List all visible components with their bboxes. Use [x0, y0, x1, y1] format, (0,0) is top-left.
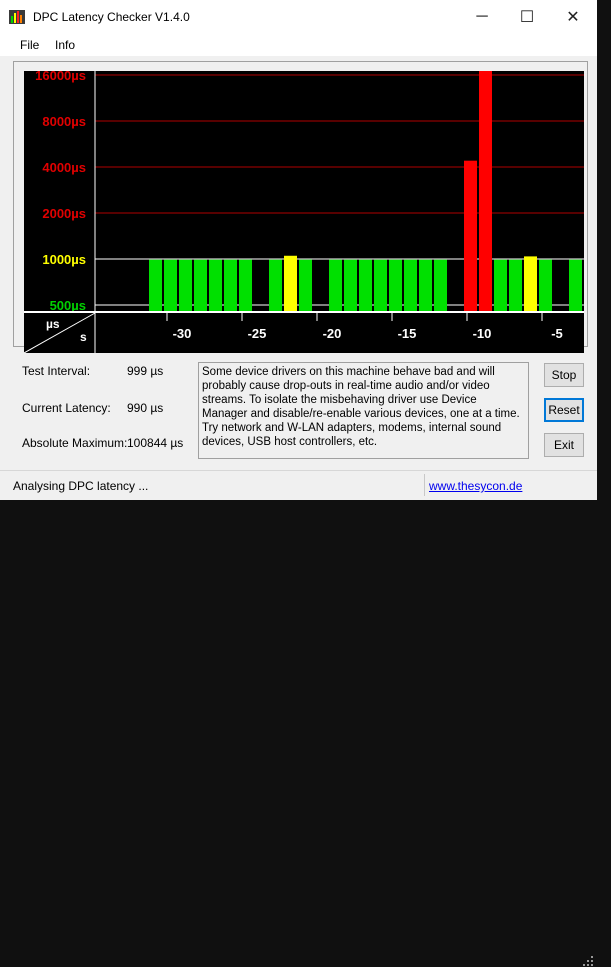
x-tick-label: -15 — [398, 326, 417, 341]
latency-bar — [509, 259, 522, 311]
latency-bar — [179, 259, 192, 311]
absolute-max-label: Absolute Maximum: — [22, 436, 128, 450]
test-interval-label: Test Interval: — [22, 364, 91, 378]
maximize-icon: ☐ — [519, 9, 535, 26]
latency-bar — [479, 71, 492, 311]
menu-bar: File Info — [0, 34, 597, 56]
exit-button[interactable]: Exit — [544, 433, 584, 457]
latency-bar — [149, 259, 162, 311]
status-separator — [424, 474, 425, 496]
latency-bar — [194, 259, 207, 311]
y-axis-label: 2000µs — [42, 206, 86, 221]
test-interval-value: 999 µs — [127, 364, 164, 378]
x-tick-label: -10 — [473, 326, 492, 341]
current-latency-label: Current Latency: — [22, 401, 111, 415]
window-title: DPC Latency Checker V1.4.0 — [33, 10, 190, 24]
app-window: DPC Latency Checker V1.4.0 ─ ☐ ✕ File In… — [0, 0, 597, 966]
title-bar[interactable]: DPC Latency Checker V1.4.0 ─ ☐ ✕ — [0, 0, 597, 34]
latency-chart: 16000µs 8000µs 4000µs 2000µs 1000µs 500µs µs s -… — [24, 71, 584, 353]
close-icon: ✕ — [566, 9, 580, 26]
x-tick-label: -5 — [551, 326, 563, 341]
latency-bar — [239, 259, 252, 311]
y-unit-label: µs — [46, 317, 60, 331]
latency-bar — [404, 259, 417, 311]
status-text: Analysing DPC latency ... — [13, 479, 149, 493]
latency-bar — [299, 259, 312, 311]
latency-bar — [284, 255, 297, 311]
latency-bar — [524, 256, 537, 311]
latency-bar — [374, 259, 387, 311]
latency-bar — [569, 259, 582, 311]
menu-info[interactable]: Info — [55, 38, 75, 52]
reset-button[interactable]: Reset — [544, 398, 584, 422]
stop-button[interactable]: Stop — [544, 363, 584, 387]
latency-bar — [539, 259, 552, 311]
x-tick-label: -20 — [323, 326, 342, 341]
latency-bar — [224, 259, 237, 311]
minimize-icon: ─ — [476, 8, 488, 25]
y-axis-label: 1000µs — [42, 252, 86, 267]
y-axis-label: 4000µs — [42, 160, 86, 175]
latency-bar — [389, 259, 402, 311]
current-latency-value: 990 µs — [127, 401, 164, 415]
y-axis-label: 16000µs — [35, 71, 86, 83]
latency-bar — [419, 259, 432, 311]
latency-bar — [269, 259, 282, 311]
latency-bar — [344, 259, 357, 311]
message-text: Some device drivers on this machine beha… — [198, 362, 529, 459]
latency-bar — [209, 259, 222, 311]
close-button[interactable]: ✕ — [550, 0, 596, 34]
x-tick-label: -25 — [248, 326, 267, 341]
maximize-button[interactable]: ☐ — [504, 0, 550, 34]
status-bar: Analysing DPC latency ... www.thesycon.d… — [0, 470, 597, 966]
latency-bar — [464, 160, 477, 311]
absolute-max-value: 100844 µs — [127, 436, 184, 450]
y-axis-label: 8000µs — [42, 114, 86, 129]
website-link[interactable]: www.thesycon.de — [429, 479, 522, 493]
minimize-button[interactable]: ─ — [459, 0, 505, 34]
latency-bar — [164, 259, 177, 311]
latency-bar — [359, 259, 372, 311]
latency-bar — [434, 259, 447, 311]
x-unit-label: s — [80, 330, 87, 344]
latency-bar — [329, 259, 342, 311]
latency-bar — [494, 259, 507, 311]
y-axis-label: 500µs — [50, 298, 86, 313]
menu-file[interactable]: File — [20, 38, 39, 52]
resize-grip-icon[interactable] — [582, 955, 594, 967]
x-tick-label: -30 — [173, 326, 192, 341]
app-bars-icon — [9, 10, 25, 24]
